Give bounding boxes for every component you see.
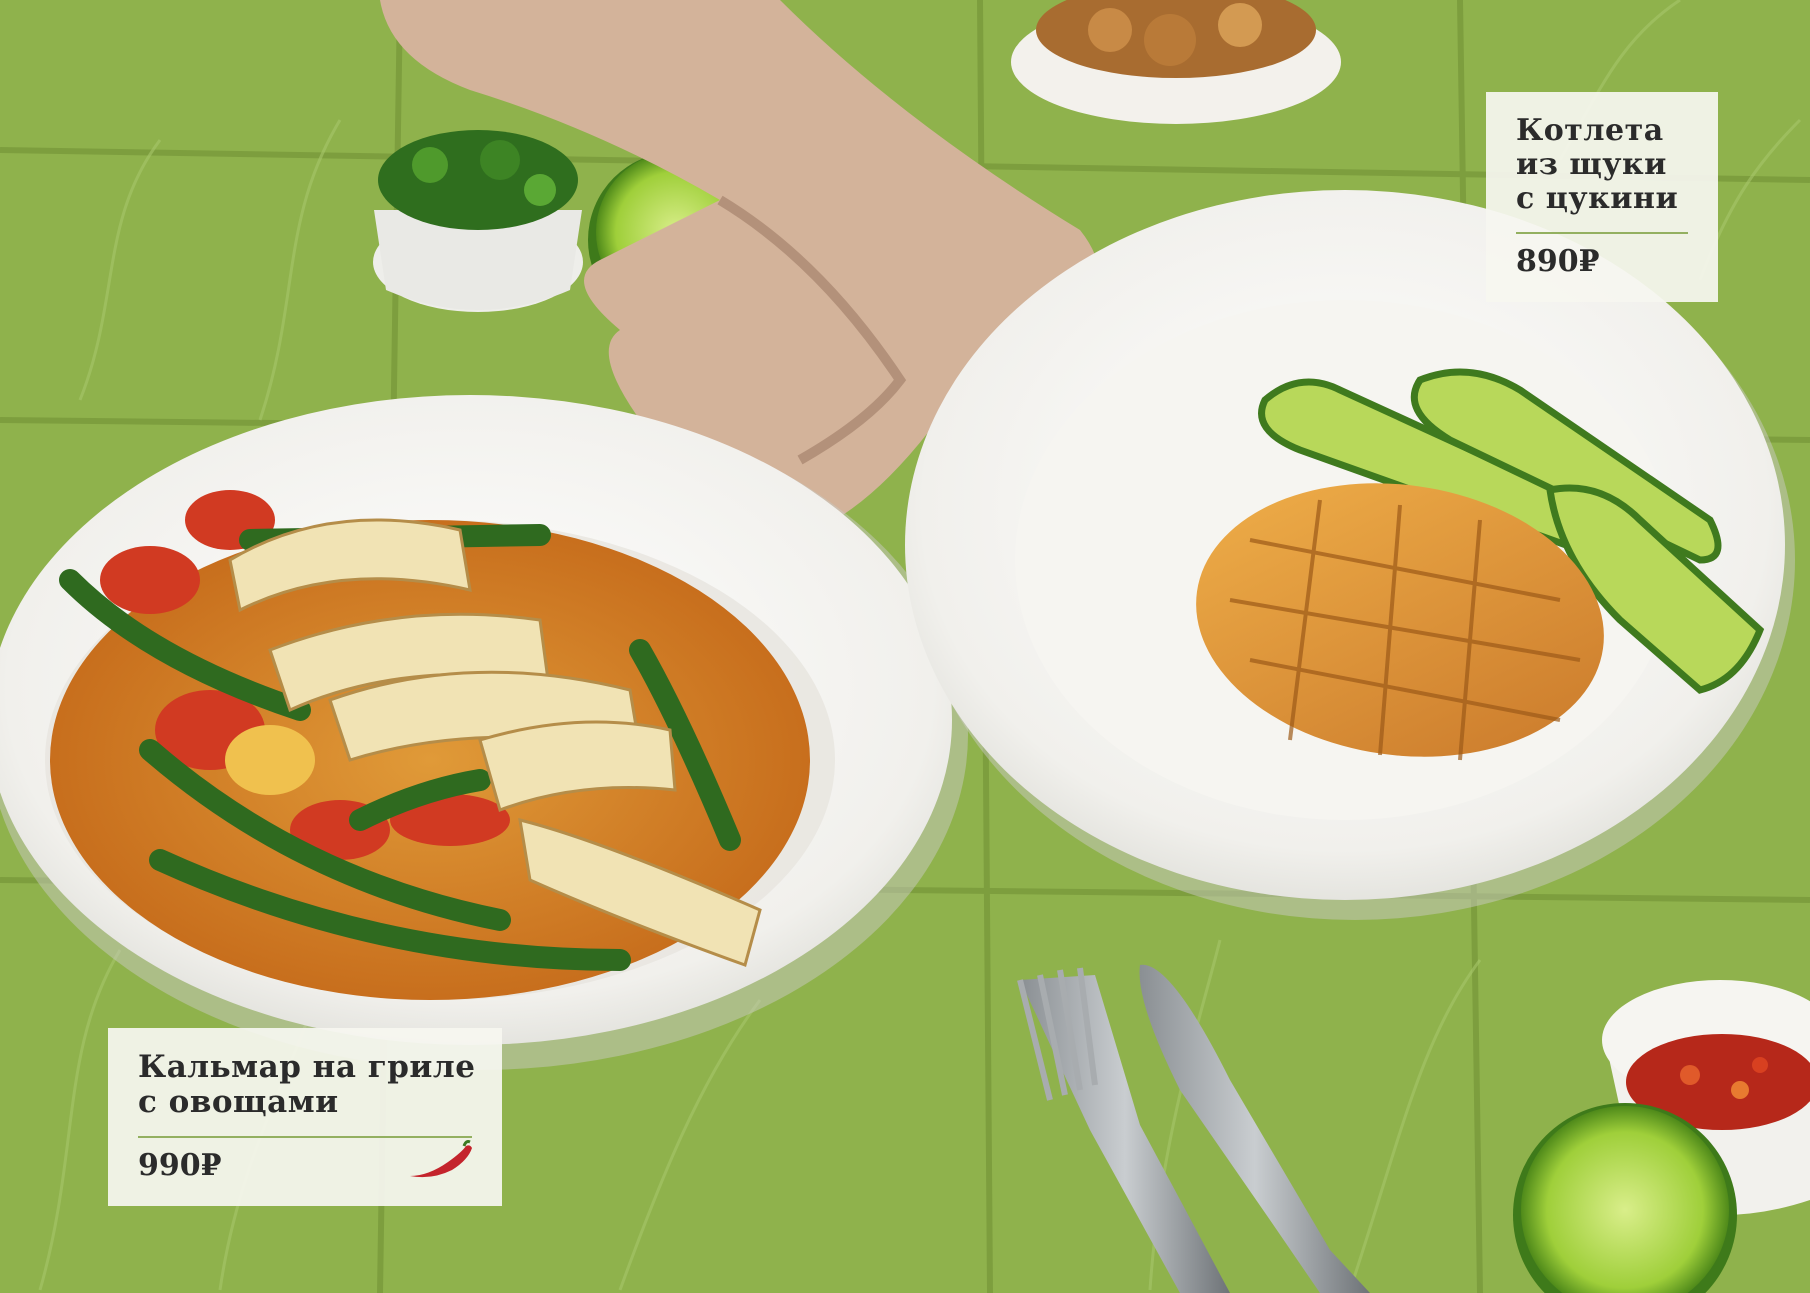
microgreens-bowl xyxy=(373,130,583,312)
divider xyxy=(1516,232,1688,234)
dish-name: Котлета из щуки с цукини xyxy=(1516,113,1679,216)
chili-pepper-icon xyxy=(410,1140,472,1178)
menu-card-grilled-squid: Кальмар на гриле с овощами 990₽ xyxy=(108,1028,502,1206)
dish-price: 890₽ xyxy=(1516,244,1600,279)
dish-name: Кальмар на гриле с овощами xyxy=(138,1049,476,1120)
walnut-bowl xyxy=(1011,0,1341,124)
menu-card-pike-cutlet: Котлета из щуки с цукини 890₽ xyxy=(1486,92,1718,302)
dish-price: 990₽ xyxy=(138,1148,222,1183)
divider xyxy=(138,1136,472,1138)
